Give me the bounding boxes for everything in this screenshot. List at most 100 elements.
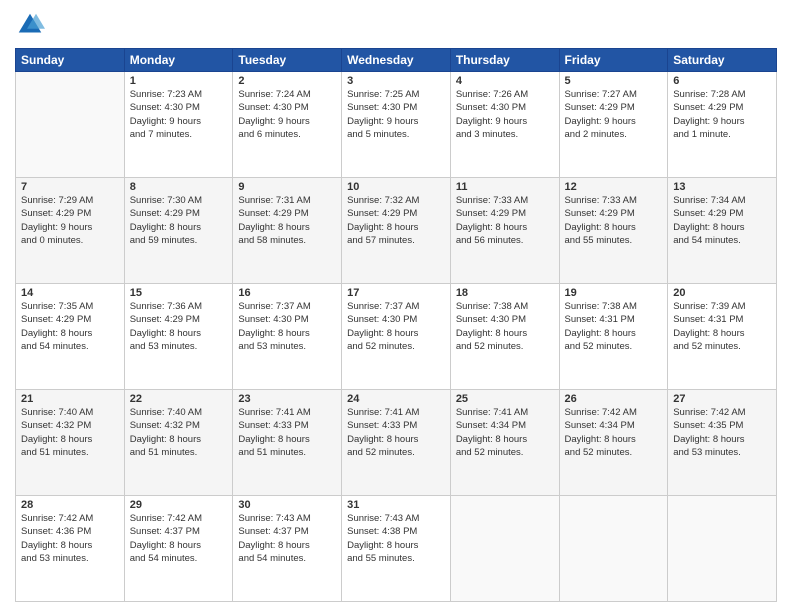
day-info: Sunrise: 7:31 AM Sunset: 4:29 PM Dayligh… xyxy=(238,194,336,247)
day-number: 11 xyxy=(456,181,554,193)
day-info: Sunrise: 7:42 AM Sunset: 4:37 PM Dayligh… xyxy=(130,512,228,565)
day-cell: 31Sunrise: 7:43 AM Sunset: 4:38 PM Dayli… xyxy=(342,496,451,602)
day-info: Sunrise: 7:37 AM Sunset: 4:30 PM Dayligh… xyxy=(238,300,336,353)
week-row-3: 14Sunrise: 7:35 AM Sunset: 4:29 PM Dayli… xyxy=(16,284,777,390)
day-number: 6 xyxy=(673,75,771,87)
day-info: Sunrise: 7:30 AM Sunset: 4:29 PM Dayligh… xyxy=(130,194,228,247)
day-number: 17 xyxy=(347,287,445,299)
day-number: 26 xyxy=(565,393,663,405)
day-number: 28 xyxy=(21,499,119,511)
logo-icon xyxy=(15,10,45,40)
day-info: Sunrise: 7:40 AM Sunset: 4:32 PM Dayligh… xyxy=(130,406,228,459)
day-cell: 17Sunrise: 7:37 AM Sunset: 4:30 PM Dayli… xyxy=(342,284,451,390)
day-number: 18 xyxy=(456,287,554,299)
day-cell: 4Sunrise: 7:26 AM Sunset: 4:30 PM Daylig… xyxy=(450,72,559,178)
day-number: 31 xyxy=(347,499,445,511)
day-info: Sunrise: 7:42 AM Sunset: 4:34 PM Dayligh… xyxy=(565,406,663,459)
day-cell xyxy=(668,496,777,602)
day-cell: 6Sunrise: 7:28 AM Sunset: 4:29 PM Daylig… xyxy=(668,72,777,178)
day-cell: 5Sunrise: 7:27 AM Sunset: 4:29 PM Daylig… xyxy=(559,72,668,178)
day-info: Sunrise: 7:38 AM Sunset: 4:31 PM Dayligh… xyxy=(565,300,663,353)
day-cell: 24Sunrise: 7:41 AM Sunset: 4:33 PM Dayli… xyxy=(342,390,451,496)
day-number: 13 xyxy=(673,181,771,193)
week-row-5: 28Sunrise: 7:42 AM Sunset: 4:36 PM Dayli… xyxy=(16,496,777,602)
weekday-header-monday: Monday xyxy=(124,49,233,72)
day-cell xyxy=(559,496,668,602)
day-cell: 1Sunrise: 7:23 AM Sunset: 4:30 PM Daylig… xyxy=(124,72,233,178)
week-row-4: 21Sunrise: 7:40 AM Sunset: 4:32 PM Dayli… xyxy=(16,390,777,496)
day-number: 25 xyxy=(456,393,554,405)
day-info: Sunrise: 7:33 AM Sunset: 4:29 PM Dayligh… xyxy=(456,194,554,247)
day-info: Sunrise: 7:32 AM Sunset: 4:29 PM Dayligh… xyxy=(347,194,445,247)
day-info: Sunrise: 7:26 AM Sunset: 4:30 PM Dayligh… xyxy=(456,88,554,141)
day-info: Sunrise: 7:29 AM Sunset: 4:29 PM Dayligh… xyxy=(21,194,119,247)
day-cell: 14Sunrise: 7:35 AM Sunset: 4:29 PM Dayli… xyxy=(16,284,125,390)
day-number: 10 xyxy=(347,181,445,193)
day-cell xyxy=(450,496,559,602)
day-number: 24 xyxy=(347,393,445,405)
weekday-header-sunday: Sunday xyxy=(16,49,125,72)
day-number: 5 xyxy=(565,75,663,87)
day-number: 29 xyxy=(130,499,228,511)
day-info: Sunrise: 7:39 AM Sunset: 4:31 PM Dayligh… xyxy=(673,300,771,353)
day-number: 2 xyxy=(238,75,336,87)
day-number: 3 xyxy=(347,75,445,87)
week-row-2: 7Sunrise: 7:29 AM Sunset: 4:29 PM Daylig… xyxy=(16,178,777,284)
day-cell: 21Sunrise: 7:40 AM Sunset: 4:32 PM Dayli… xyxy=(16,390,125,496)
day-info: Sunrise: 7:43 AM Sunset: 4:38 PM Dayligh… xyxy=(347,512,445,565)
weekday-header-friday: Friday xyxy=(559,49,668,72)
day-cell: 23Sunrise: 7:41 AM Sunset: 4:33 PM Dayli… xyxy=(233,390,342,496)
day-cell: 2Sunrise: 7:24 AM Sunset: 4:30 PM Daylig… xyxy=(233,72,342,178)
weekday-header-tuesday: Tuesday xyxy=(233,49,342,72)
calendar-table: SundayMondayTuesdayWednesdayThursdayFrid… xyxy=(15,48,777,602)
day-info: Sunrise: 7:40 AM Sunset: 4:32 PM Dayligh… xyxy=(21,406,119,459)
day-number: 15 xyxy=(130,287,228,299)
day-number: 20 xyxy=(673,287,771,299)
day-info: Sunrise: 7:41 AM Sunset: 4:33 PM Dayligh… xyxy=(347,406,445,459)
day-number: 12 xyxy=(565,181,663,193)
day-number: 23 xyxy=(238,393,336,405)
day-info: Sunrise: 7:42 AM Sunset: 4:36 PM Dayligh… xyxy=(21,512,119,565)
day-number: 8 xyxy=(130,181,228,193)
weekday-header-row: SundayMondayTuesdayWednesdayThursdayFrid… xyxy=(16,49,777,72)
day-info: Sunrise: 7:38 AM Sunset: 4:30 PM Dayligh… xyxy=(456,300,554,353)
day-number: 14 xyxy=(21,287,119,299)
day-cell: 22Sunrise: 7:40 AM Sunset: 4:32 PM Dayli… xyxy=(124,390,233,496)
day-number: 7 xyxy=(21,181,119,193)
day-cell xyxy=(16,72,125,178)
day-number: 4 xyxy=(456,75,554,87)
day-cell: 3Sunrise: 7:25 AM Sunset: 4:30 PM Daylig… xyxy=(342,72,451,178)
day-cell: 27Sunrise: 7:42 AM Sunset: 4:35 PM Dayli… xyxy=(668,390,777,496)
day-cell: 29Sunrise: 7:42 AM Sunset: 4:37 PM Dayli… xyxy=(124,496,233,602)
day-info: Sunrise: 7:24 AM Sunset: 4:30 PM Dayligh… xyxy=(238,88,336,141)
day-info: Sunrise: 7:35 AM Sunset: 4:29 PM Dayligh… xyxy=(21,300,119,353)
day-cell: 7Sunrise: 7:29 AM Sunset: 4:29 PM Daylig… xyxy=(16,178,125,284)
day-number: 19 xyxy=(565,287,663,299)
weekday-header-saturday: Saturday xyxy=(668,49,777,72)
day-cell: 13Sunrise: 7:34 AM Sunset: 4:29 PM Dayli… xyxy=(668,178,777,284)
day-number: 30 xyxy=(238,499,336,511)
calendar-page: SundayMondayTuesdayWednesdayThursdayFrid… xyxy=(0,0,792,612)
day-info: Sunrise: 7:23 AM Sunset: 4:30 PM Dayligh… xyxy=(130,88,228,141)
day-cell: 18Sunrise: 7:38 AM Sunset: 4:30 PM Dayli… xyxy=(450,284,559,390)
day-cell: 12Sunrise: 7:33 AM Sunset: 4:29 PM Dayli… xyxy=(559,178,668,284)
day-cell: 16Sunrise: 7:37 AM Sunset: 4:30 PM Dayli… xyxy=(233,284,342,390)
day-cell: 10Sunrise: 7:32 AM Sunset: 4:29 PM Dayli… xyxy=(342,178,451,284)
day-cell: 15Sunrise: 7:36 AM Sunset: 4:29 PM Dayli… xyxy=(124,284,233,390)
day-info: Sunrise: 7:41 AM Sunset: 4:33 PM Dayligh… xyxy=(238,406,336,459)
day-info: Sunrise: 7:28 AM Sunset: 4:29 PM Dayligh… xyxy=(673,88,771,141)
day-info: Sunrise: 7:41 AM Sunset: 4:34 PM Dayligh… xyxy=(456,406,554,459)
day-number: 27 xyxy=(673,393,771,405)
day-cell: 30Sunrise: 7:43 AM Sunset: 4:37 PM Dayli… xyxy=(233,496,342,602)
day-cell: 19Sunrise: 7:38 AM Sunset: 4:31 PM Dayli… xyxy=(559,284,668,390)
day-cell: 26Sunrise: 7:42 AM Sunset: 4:34 PM Dayli… xyxy=(559,390,668,496)
day-number: 21 xyxy=(21,393,119,405)
day-cell: 20Sunrise: 7:39 AM Sunset: 4:31 PM Dayli… xyxy=(668,284,777,390)
day-info: Sunrise: 7:36 AM Sunset: 4:29 PM Dayligh… xyxy=(130,300,228,353)
logo xyxy=(15,10,49,40)
weekday-header-thursday: Thursday xyxy=(450,49,559,72)
day-info: Sunrise: 7:43 AM Sunset: 4:37 PM Dayligh… xyxy=(238,512,336,565)
day-number: 22 xyxy=(130,393,228,405)
day-info: Sunrise: 7:34 AM Sunset: 4:29 PM Dayligh… xyxy=(673,194,771,247)
week-row-1: 1Sunrise: 7:23 AM Sunset: 4:30 PM Daylig… xyxy=(16,72,777,178)
